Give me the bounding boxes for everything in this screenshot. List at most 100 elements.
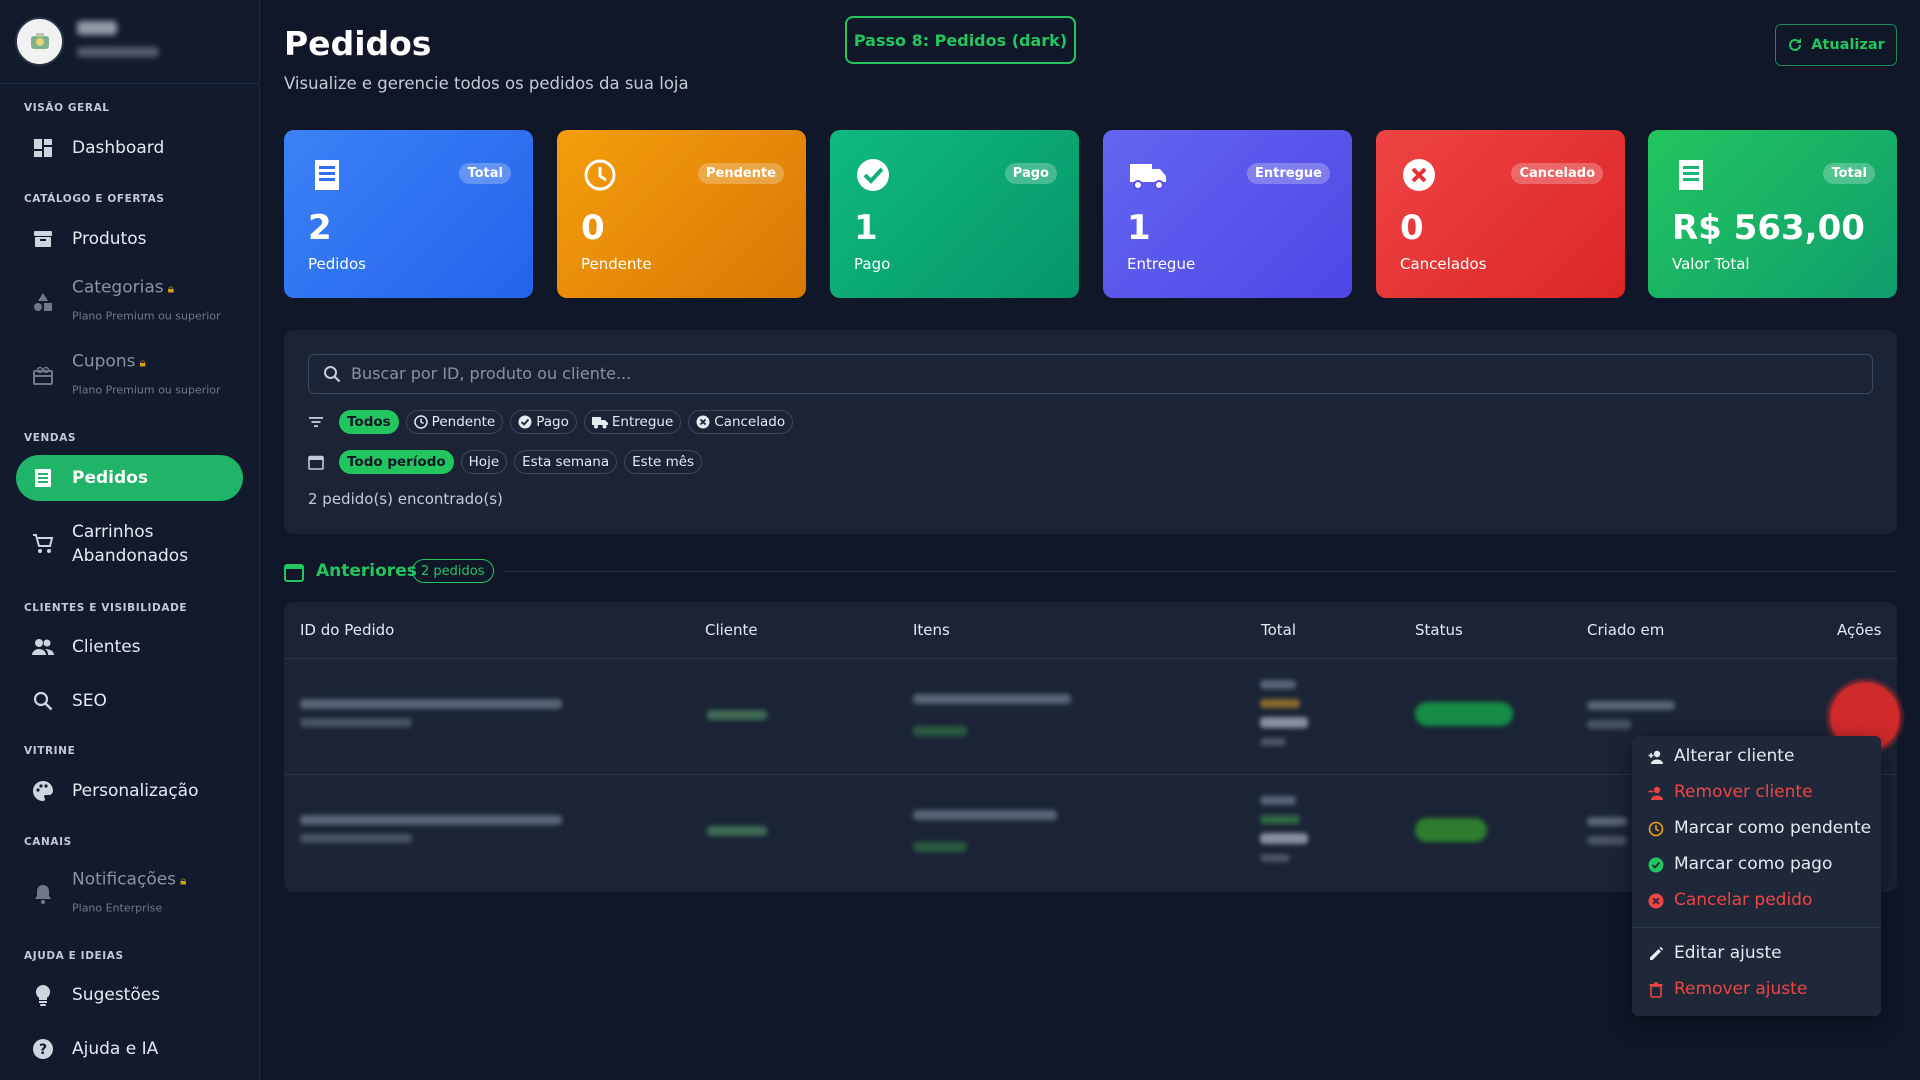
- lock-icon: 🔒︎: [139, 355, 146, 370]
- section-title-clients: CLIENTES E VISIBILIDADE: [24, 602, 188, 614]
- gift-card-icon: [31, 364, 55, 388]
- sidebar-item-cupons[interactable]: Cupons 🔒︎ Plano Premium ou superior: [16, 344, 243, 408]
- x-circle-icon: [1403, 159, 1435, 191]
- menu-item-marcar-pendente[interactable]: Marcar como pendente: [1632, 812, 1881, 846]
- cart-icon: [31, 532, 55, 556]
- status-badge-blurred: [1415, 818, 1487, 842]
- menu-item-label: Remover cliente: [1674, 782, 1813, 802]
- x-circle-icon: [696, 415, 710, 429]
- sidebar-divider: [0, 83, 260, 84]
- sidebar-item-label: Notificações: [72, 869, 177, 890]
- sidebar-item-seo[interactable]: SEO: [16, 678, 243, 724]
- col-header-total: Total: [1261, 621, 1297, 639]
- plan-note: Plano Premium ou superior: [72, 309, 221, 323]
- receipt-icon: [31, 466, 55, 490]
- lightbulb-icon: [31, 983, 55, 1007]
- check-circle-icon: [518, 415, 532, 429]
- total-blurred: [1260, 699, 1300, 708]
- chip-label: Esta semana: [522, 454, 610, 470]
- section-title-overview: VISÃO GERAL: [24, 102, 110, 114]
- sidebar-item-label: Pedidos: [72, 468, 148, 488]
- stat-card-paid: Pago 1 Pago: [830, 130, 1079, 298]
- sidebar-item-categorias[interactable]: Categorias 🔒︎ Plano Premium ou superior: [16, 270, 243, 334]
- total-blurred: [1260, 717, 1308, 728]
- menu-item-alterar-cliente[interactable]: Alterar cliente: [1632, 740, 1881, 774]
- store-profile[interactable]: [15, 17, 245, 67]
- page-title: Pedidos: [284, 24, 432, 63]
- x-circle-icon: [1648, 893, 1664, 909]
- order-id-blurred: [300, 699, 562, 709]
- calendar-icon: [308, 455, 324, 470]
- menu-item-remover-cliente[interactable]: Remover cliente: [1632, 776, 1881, 810]
- results-count: 2 pedido(s) encontrado(s): [308, 490, 503, 508]
- chip-label: Todos: [347, 414, 391, 430]
- date-blurred: [1587, 836, 1627, 845]
- order-id-blurred: [300, 815, 562, 825]
- calendar-icon: [284, 564, 304, 582]
- sidebar-item-label: Abandonados: [72, 546, 189, 566]
- search-icon: [31, 689, 55, 713]
- period-filter-row: Todo período Hoje Esta semana Este mês: [308, 450, 703, 474]
- card-label: Pedidos: [308, 255, 366, 273]
- stat-card-total: Total 2 Pedidos: [284, 130, 533, 298]
- search-input[interactable]: Buscar por ID, produto ou cliente...: [308, 354, 1873, 394]
- menu-item-label: Alterar cliente: [1674, 746, 1795, 766]
- period-chip-todo[interactable]: Todo período: [339, 450, 454, 474]
- sidebar-item-sugestoes[interactable]: Sugestões: [16, 972, 243, 1018]
- menu-item-label: Marcar como pago: [1674, 854, 1833, 874]
- period-chip-semana[interactable]: Esta semana: [514, 450, 618, 474]
- sidebar-item-notificacoes[interactable]: Notificações 🔒︎ Plano Enterprise: [16, 862, 243, 926]
- section-title-sales: VENDAS: [24, 432, 77, 444]
- sidebar-item-pedidos[interactable]: Pedidos: [16, 455, 243, 501]
- filter-chip-pago[interactable]: Pago: [510, 410, 577, 434]
- filter-chip-cancelado[interactable]: Cancelado: [688, 410, 794, 434]
- sidebar-item-produtos[interactable]: Produtos: [16, 216, 243, 262]
- card-badge: Total: [459, 163, 511, 184]
- section-title-showcase: VITRINE: [24, 745, 76, 757]
- date-blurred: [1587, 817, 1627, 826]
- stat-card-pending: Pendente 0 Pendente: [557, 130, 806, 298]
- card-value: 2: [308, 208, 332, 248]
- menu-item-marcar-pago[interactable]: Marcar como pago: [1632, 848, 1881, 882]
- search-placeholder: Buscar por ID, produto ou cliente...: [351, 364, 632, 383]
- menu-item-remover-ajuste[interactable]: Remover ajuste: [1632, 973, 1881, 1007]
- col-header-itens: Itens: [913, 621, 950, 639]
- filter-chip-entregue[interactable]: Entregue: [583, 410, 682, 434]
- menu-item-label: Editar ajuste: [1674, 943, 1782, 963]
- card-badge: Entregue: [1247, 163, 1330, 184]
- chip-label: Pago: [536, 414, 569, 430]
- sidebar: VISÃO GERAL Dashboard CATÁLOGO E OFERTAS…: [0, 0, 260, 1080]
- avatar[interactable]: [15, 17, 64, 66]
- clock-icon: [584, 159, 616, 191]
- step-badge: Passo 8: Pedidos (dark): [845, 16, 1076, 64]
- sidebar-item-dashboard[interactable]: Dashboard: [16, 125, 243, 171]
- filter-chip-todos[interactable]: Todos: [339, 410, 399, 434]
- page-subtitle: Visualize e gerencie todos os pedidos da…: [284, 74, 689, 93]
- sidebar-item-carrinhos[interactable]: Carrinhos Abandonados: [16, 512, 243, 576]
- category-icon: [31, 290, 55, 314]
- refresh-icon: [1789, 38, 1802, 51]
- section-title-help: AJUDA E IDEIAS: [24, 950, 124, 962]
- chip-label: Este mês: [632, 454, 695, 470]
- row-divider: [284, 658, 1897, 659]
- filter-chip-pendente[interactable]: Pendente: [405, 410, 504, 434]
- sidebar-item-personalizacao[interactable]: Personalização: [16, 768, 243, 814]
- people-icon: [31, 635, 55, 659]
- menu-item-label: Cancelar pedido: [1674, 890, 1813, 910]
- col-header-criado: Criado em: [1587, 621, 1665, 639]
- refresh-button[interactable]: Atualizar: [1775, 24, 1897, 66]
- sidebar-item-ajuda[interactable]: ? Ajuda e IA: [16, 1026, 243, 1072]
- section-count-badge: 2 pedidos: [412, 559, 494, 583]
- sidebar-item-label-wrap: Categorias 🔒︎ Plano Premium ou superior: [72, 276, 221, 329]
- person-add-icon: [1648, 750, 1663, 764]
- menu-item-editar-ajuste[interactable]: Editar ajuste: [1632, 937, 1881, 971]
- profile-role-blurred: [77, 47, 159, 57]
- period-chip-hoje[interactable]: Hoje: [460, 450, 508, 474]
- period-chip-mes[interactable]: Este mês: [624, 450, 703, 474]
- menu-item-cancelar-pedido[interactable]: Cancelar pedido: [1632, 884, 1881, 918]
- card-badge: Total: [1823, 163, 1875, 184]
- sidebar-item-clientes[interactable]: Clientes: [16, 624, 243, 670]
- order-id-blurred: [300, 834, 412, 843]
- stat-card-value: Total R$ 563,00 Valor Total: [1648, 130, 1897, 298]
- section-divider: [504, 571, 1897, 572]
